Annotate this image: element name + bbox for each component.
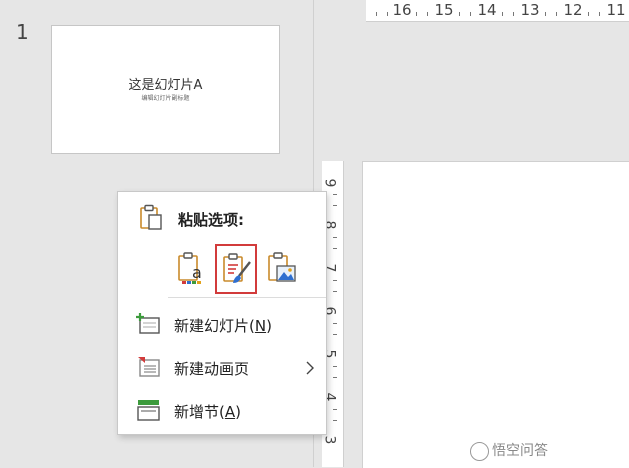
access-key: N xyxy=(254,317,267,335)
new-slide-icon xyxy=(136,312,162,340)
menu-item-new-section[interactable]: 新增节(A) xyxy=(118,390,326,430)
chevron-right-icon xyxy=(306,360,314,379)
ruler-label: 3 xyxy=(321,435,338,445)
menu-item-label: 新增节(A) xyxy=(174,403,241,421)
menu-separator xyxy=(168,297,326,298)
paste-destination-theme-button[interactable] xyxy=(215,244,257,294)
slide-number: 1 xyxy=(16,20,29,44)
watermark-text: 悟空问答 xyxy=(492,443,548,459)
paste-options-label: 粘贴选项: xyxy=(178,211,244,229)
horizontal-ruler[interactable]: 16 15 14 13 12 11 xyxy=(366,0,629,22)
thumbnail-subtitle: 编辑幻灯片副标题 xyxy=(141,95,190,102)
ruler-label: 11 xyxy=(605,1,627,19)
watermark: 悟空问答 xyxy=(470,440,548,461)
svg-text:a: a xyxy=(192,263,202,282)
thumbnail-title: 这是幻灯片A xyxy=(128,78,203,93)
watermark-logo-icon xyxy=(470,441,489,461)
new-section-icon xyxy=(136,398,162,426)
ruler-label: 16 xyxy=(391,1,413,19)
clipboard-icon xyxy=(138,204,164,236)
menu-item-new-animation-page[interactable]: 新建动画页 xyxy=(118,347,326,387)
paste-keep-text-only-button[interactable]: a xyxy=(171,244,213,294)
slide-canvas[interactable] xyxy=(362,161,629,468)
paste-picture-button[interactable] xyxy=(261,244,303,294)
slide-thumbnail[interactable]: 这是幻灯片A 编辑幻灯片副标题 xyxy=(51,25,280,154)
access-key: A xyxy=(224,403,236,421)
ruler-label: 12 xyxy=(562,1,584,19)
context-menu: 粘贴选项: a 新建幻灯片(N) 新建动画页 新增节(A) xyxy=(117,191,327,435)
menu-item-label: 新建幻灯片(N) xyxy=(174,317,272,335)
menu-item-new-slide[interactable]: 新建幻灯片(N) xyxy=(118,304,326,344)
ruler-label: 15 xyxy=(433,1,455,19)
ruler-label: 9 xyxy=(321,178,338,188)
ruler-label: 13 xyxy=(519,1,541,19)
menu-item-label: 新建动画页 xyxy=(174,360,250,378)
new-animation-page-icon xyxy=(136,355,162,383)
ruler-label: 14 xyxy=(476,1,498,19)
